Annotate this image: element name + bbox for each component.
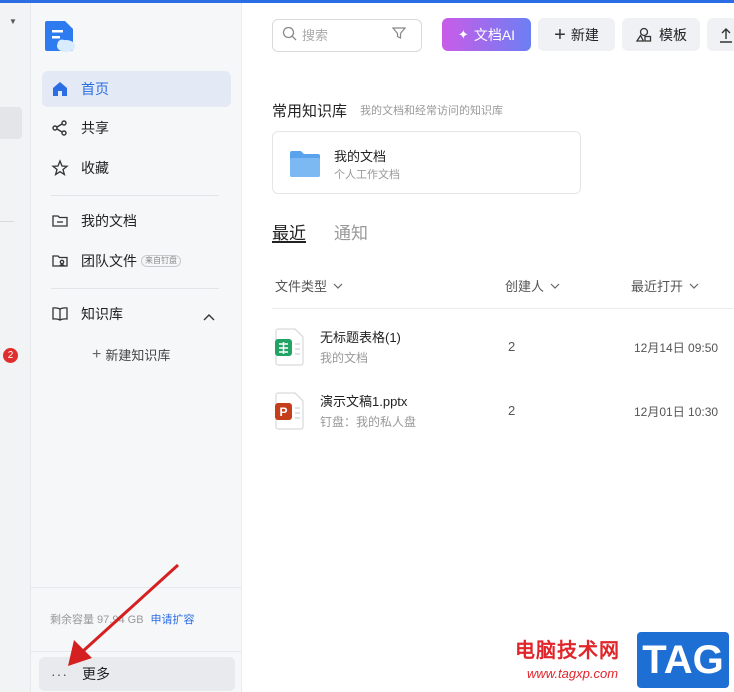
blue-folder-icon <box>290 151 320 177</box>
file-row[interactable]: 无标题表格(1) 我的文档 2 12月14日 09:50 <box>272 321 734 377</box>
chevron-down-icon <box>689 283 699 289</box>
file-name[interactable]: 演示文稿1.pptx <box>320 391 407 410</box>
share-icon <box>50 118 70 138</box>
svg-text:P: P <box>279 405 287 419</box>
knowledge-card-desc: 个人工作文档 <box>334 169 400 181</box>
file-opened-time: 12月14日 09:50 <box>634 341 719 355</box>
new-label: 新建 <box>570 26 599 43</box>
file-opened-time: 12月01日 10:30 <box>634 405 719 419</box>
storage-info: 剩余容量 97.94 GB 申请扩容 <box>50 611 195 627</box>
column-header-label: 创建人 <box>505 279 545 294</box>
sidebar-divider <box>51 195 219 196</box>
more-label: 更多 <box>82 666 110 682</box>
active-tab-indicator <box>272 241 306 243</box>
sidebar-item-team-files[interactable]: 团队文件 来自钉盘 <box>42 243 231 279</box>
source-tag: 来自钉盘 <box>141 255 181 267</box>
book-icon <box>50 304 70 324</box>
folder-icon <box>50 211 70 231</box>
doc-ai-label: 文档AI <box>473 26 516 43</box>
sidebar-footer-divider <box>31 651 241 652</box>
strip-divider <box>0 221 14 222</box>
sidebar-item-share[interactable]: 共享 <box>42 110 231 146</box>
doc-ai-button[interactable]: ✦ 文档AI <box>442 18 531 51</box>
chevron-down-icon <box>550 283 560 289</box>
left-app-strip: ▼ 2 <box>0 3 31 692</box>
storage-text: 剩余容量 97.94 GB <box>50 614 144 626</box>
expand-storage-link[interactable]: 申请扩容 <box>151 614 195 626</box>
file-creator: 2 <box>508 339 516 354</box>
filter-icon[interactable] <box>391 26 407 45</box>
new-knowledge-base-label: 新建知识库 <box>105 348 171 363</box>
sidebar-item-label: 知识库 <box>81 306 123 322</box>
sidebar-item-label: 首页 <box>81 81 109 97</box>
file-creator: 2 <box>508 403 516 418</box>
upload-icon <box>720 27 732 43</box>
table-header-divider <box>272 308 734 309</box>
sidebar-item-knowledge-base[interactable]: 知识库 <box>42 296 231 332</box>
knowledge-section-subtitle: 我的文档和经常访问的知识库 <box>360 105 503 117</box>
sidebar-item-label: 团队文件 <box>81 253 137 269</box>
presentation-icon: P <box>275 392 304 430</box>
chevron-down-icon <box>333 283 343 289</box>
sidebar-footer-divider <box>31 587 241 588</box>
main-content: ✦ 文档AI + 新建 模板 常用知识库 我的文档和经常访问的知识库 我的文档 … <box>242 3 734 692</box>
sidebar-divider <box>51 288 219 289</box>
template-icon <box>635 27 652 42</box>
search-box[interactable] <box>272 19 422 52</box>
sidebar-item-label: 收藏 <box>81 160 109 176</box>
dropdown-caret-icon[interactable]: ▼ <box>9 17 17 26</box>
sidebar-item-label: 我的文档 <box>81 213 137 229</box>
search-input[interactable] <box>302 28 388 43</box>
template-label: 模板 <box>659 26 687 43</box>
notification-badge: 2 <box>3 348 18 363</box>
sidebar: 首页 共享 收藏 我的文档 团队文件 来自钉盘 知识库 + 新建知识库 剩余容量… <box>31 3 242 692</box>
column-header-creator[interactable]: 创建人 <box>505 276 560 295</box>
file-location: 钉盘：我的私人盘 <box>320 415 417 429</box>
new-button[interactable]: + 新建 <box>538 18 615 51</box>
tab-notice[interactable]: 通知 <box>334 219 368 244</box>
column-header-last-opened[interactable]: 最近打开 <box>631 276 699 295</box>
chevron-up-icon[interactable] <box>203 308 215 326</box>
column-header-file-type[interactable]: 文件类型 <box>275 276 343 295</box>
sidebar-item-home[interactable]: 首页 <box>42 71 231 107</box>
new-knowledge-base-button[interactable]: + 新建知识库 <box>92 345 170 364</box>
knowledge-card-name: 我的文档 <box>334 149 387 164</box>
sidebar-item-label: 共享 <box>81 120 109 136</box>
docs-logo-icon <box>45 21 75 52</box>
column-header-label: 文件类型 <box>275 279 328 294</box>
upload-button[interactable] <box>707 18 734 51</box>
more-button[interactable]: ··· 更多 <box>39 657 235 691</box>
file-name[interactable]: 无标题表格(1) <box>320 327 401 346</box>
home-icon <box>50 79 70 99</box>
star-icon <box>50 158 70 178</box>
sparkle-icon: ✦ <box>457 26 469 42</box>
search-icon <box>282 26 297 46</box>
knowledge-card-my-docs[interactable]: 我的文档 个人工作文档 <box>272 131 581 194</box>
knowledge-section-title: 常用知识库 <box>272 103 348 120</box>
file-location: 我的文档 <box>320 351 369 365</box>
team-folder-icon <box>50 251 70 271</box>
spreadsheet-icon <box>275 328 304 366</box>
column-header-label: 最近打开 <box>631 279 684 294</box>
sidebar-item-favorites[interactable]: 收藏 <box>42 150 231 186</box>
strip-selected-item[interactable] <box>0 107 22 139</box>
plus-icon: + <box>554 23 566 46</box>
plus-icon: + <box>92 345 102 363</box>
sidebar-item-my-docs[interactable]: 我的文档 <box>42 203 231 239</box>
file-row[interactable]: P 演示文稿1.pptx 钉盘：我的私人盘 2 12月01日 10:30 <box>272 385 734 441</box>
template-button[interactable]: 模板 <box>622 18 700 51</box>
more-dots-icon: ··· <box>51 666 68 682</box>
